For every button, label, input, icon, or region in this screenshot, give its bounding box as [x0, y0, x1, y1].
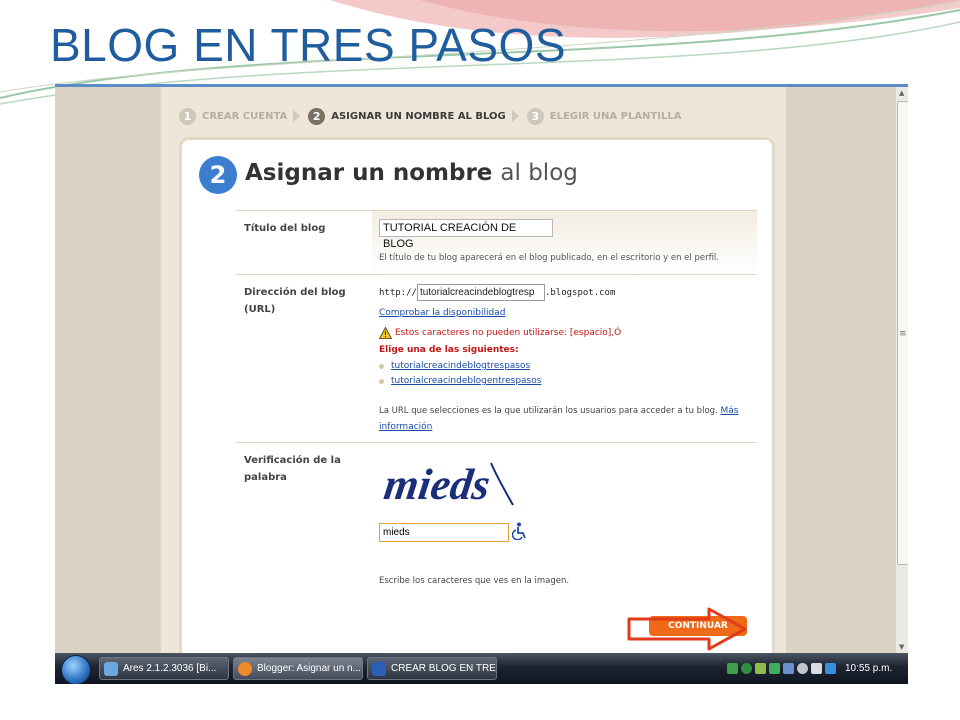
url-help-text: La URL que selecciones es la que utiliza… [379, 406, 718, 416]
step-number: 3 [526, 107, 544, 125]
step-number: 2 [308, 107, 326, 125]
system-tray: 10:55 p.m. [727, 657, 905, 680]
step-label: ELEGIR UNA PLANTILLA [549, 110, 682, 122]
captcha-help: Escribe los caracteres que ves en la ima… [379, 576, 570, 586]
blog-url-field-area: http:// tutorialcreacindeblogtresp .blog… [372, 275, 757, 443]
pointer-arrow-icon [627, 607, 747, 651]
bullet-icon [379, 378, 384, 384]
suggestion-item: tutorialcreacindeblogtrespasos [379, 361, 530, 371]
taskbar-button-blogger[interactable]: Blogger: Asignar un n... [233, 657, 363, 680]
step-label: CREAR CUENTA [202, 110, 288, 122]
ares-icon [104, 661, 118, 676]
volume-icon[interactable] [811, 663, 822, 674]
url-line: http:// tutorialcreacindeblogtresp .blog… [379, 284, 615, 301]
taskbar-button-word[interactable]: CREAR BLOG EN TRES... [367, 657, 497, 680]
blog-title-help: El título de tu blog aparecerá en el blo… [379, 253, 719, 263]
step-3: 3 ELEGIR UNA PLANTILLA [526, 107, 682, 125]
captcha-image: mieds [379, 453, 535, 515]
page-heading: Asignar un nombre al blog [245, 160, 578, 186]
step-number: 1 [179, 107, 196, 125]
taskbar-button-label: Ares 2.1.2.3036 [Bi... [123, 663, 217, 674]
suggestion-link[interactable]: tutorialcreacindeblogentrespasos [391, 376, 541, 386]
blog-url-label: Dirección del blog (URL) [244, 284, 354, 318]
scroll-down-icon[interactable]: ▼ [899, 643, 904, 651]
captcha-label-line2: palabra [244, 472, 287, 483]
tray-app-icon[interactable] [797, 663, 808, 674]
warning-icon [379, 327, 392, 339]
captcha-label: Verificación de la palabra [244, 452, 354, 486]
heading-light: al blog [500, 160, 578, 186]
step-badge: 2 [199, 156, 237, 194]
step-1: 1 CREAR CUENTA [179, 107, 288, 125]
more-info-link-2[interactable]: información [379, 422, 432, 432]
choose-label: Elige una de las siguientes: [379, 345, 519, 355]
suggestion-item: tutorialcreacindeblogentrespasos [379, 376, 541, 386]
blog-title-label: Título del blog [244, 223, 326, 234]
step-arrow-icon [293, 110, 301, 122]
taskbar-button-ares[interactable]: Ares 2.1.2.3036 [Bi... [99, 657, 229, 680]
windows-taskbar: Ares 2.1.2.3036 [Bi... Blogger: Asignar … [55, 653, 908, 684]
tray-network-icon[interactable] [783, 663, 794, 674]
blog-title-input[interactable]: TUTORIAL CREACIÓN DE BLOG [379, 219, 553, 250]
blog-url-input[interactable]: tutorialcreacindeblogtresp [416, 284, 545, 301]
accessibility-icon[interactable] [512, 522, 528, 540]
captcha-text: mieds [381, 460, 493, 509]
blog-url-row: Dirección del blog (URL) http:// tutoria… [236, 274, 757, 443]
url-help: La URL que selecciones es la que utiliza… [379, 403, 739, 435]
tray-app-icon[interactable] [741, 663, 752, 674]
blogger-page: 1 CREAR CUENTA 2 ASIGNAR UN NOMBRE AL BL… [161, 87, 786, 683]
step-arrow-icon [511, 110, 519, 122]
tray-app-icon[interactable] [825, 663, 836, 674]
vertical-scrollbar[interactable]: ▲ ≡ ▼ [895, 87, 908, 653]
url-suffix: .blogspot.com [544, 287, 616, 298]
url-warning-text: Estos caracteres no pueden utilizarse: [… [395, 328, 622, 338]
captcha-label-line1: Verificación de la [244, 455, 341, 466]
captcha-input[interactable]: mieds [379, 523, 509, 542]
word-icon [372, 661, 386, 676]
blog-url-label-line2: (URL) [244, 304, 276, 315]
scroll-up-icon[interactable]: ▲ [899, 89, 904, 97]
url-prefix: http:// [379, 287, 417, 298]
form-card: 2 Asignar un nombre al blog Título del b… [179, 137, 775, 683]
bullet-icon [379, 363, 384, 369]
check-availability-link[interactable]: Comprobar la disponibilidad [379, 308, 505, 318]
step-2: 2 ASIGNAR UN NOMBRE AL BLOG [308, 107, 506, 125]
screenshot-window: 1 CREAR CUENTA 2 ASIGNAR UN NOMBRE AL BL… [55, 84, 908, 684]
chrome-icon [238, 661, 252, 676]
blog-title-row: Título del blog TUTORIAL CREACIÓN DE BLO… [236, 210, 757, 275]
blog-title-field-area: TUTORIAL CREACIÓN DE BLOG El título de t… [372, 211, 757, 275]
taskbar-button-label: Blogger: Asignar un n... [257, 663, 361, 674]
blog-url-label-line1: Dirección del blog [244, 287, 346, 298]
slide-title: BLOG EN TRES PASOS [50, 19, 567, 71]
taskbar-button-label: CREAR BLOG EN TRES... [391, 663, 496, 674]
url-warning: Estos caracteres no pueden utilizarse: [… [379, 327, 621, 339]
tray-network-icon[interactable] [727, 663, 738, 674]
scroll-grip-icon: ≡ [899, 329, 907, 339]
tray-app-icon[interactable] [755, 663, 766, 674]
step-indicator: 1 CREAR CUENTA 2 ASIGNAR UN NOMBRE AL BL… [179, 105, 681, 127]
suggestion-link[interactable]: tutorialcreacindeblogtrespasos [391, 361, 530, 371]
more-info-link-1[interactable]: Más [720, 406, 738, 416]
start-button[interactable] [61, 655, 91, 684]
tray-app-icon[interactable] [769, 663, 780, 674]
step-label: ASIGNAR UN NOMBRE AL BLOG [331, 110, 506, 122]
heading-bold: Asignar un nombre [245, 160, 493, 186]
taskbar-clock: 10:55 p.m. [845, 663, 893, 674]
